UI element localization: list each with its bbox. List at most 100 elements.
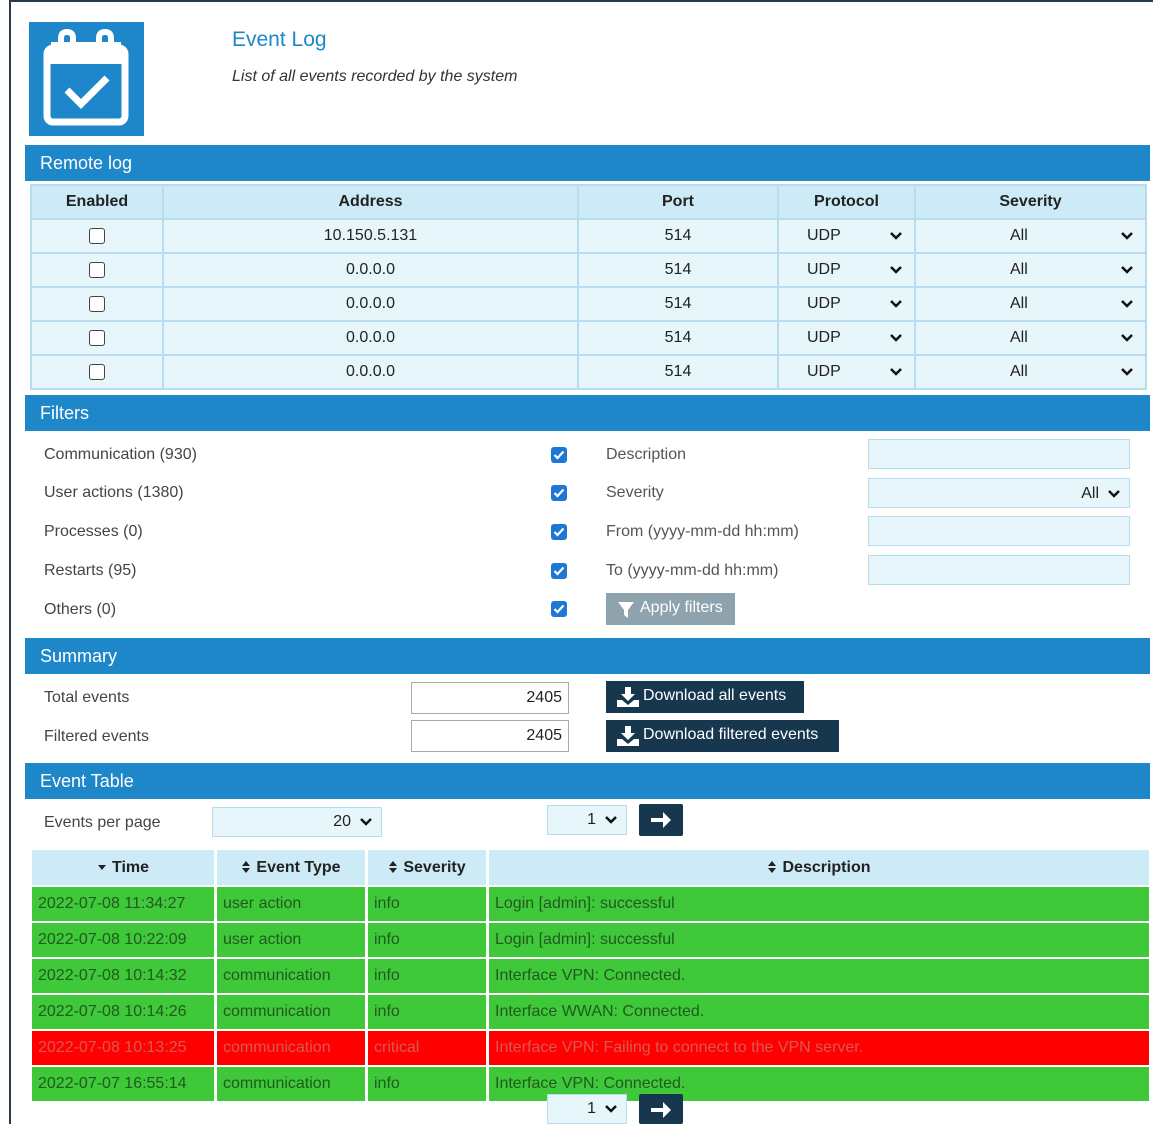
protocol-select[interactable]: UDP [780, 323, 913, 353]
address-field[interactable]: 0.0.0.0 [162, 252, 579, 288]
sort-icon [389, 861, 398, 874]
severity-select[interactable]: All [917, 221, 1144, 251]
to-date-input[interactable] [868, 555, 1130, 585]
table-row: 0.0.0.0 514 UDP All [30, 252, 1147, 288]
protocol-value: UDP [807, 295, 841, 312]
enabled-checkbox[interactable] [89, 295, 105, 312]
event-description: Login [admin]: successful [489, 921, 1149, 957]
column-header-event-type[interactable]: Event Type [217, 850, 365, 885]
chevron-down-icon [360, 818, 372, 826]
filter-label-restarts: Restarts (95) [44, 562, 137, 579]
total-events-label: Total events [44, 689, 130, 706]
description-filter-input[interactable] [868, 439, 1130, 469]
protocol-select[interactable]: UDP [780, 357, 913, 387]
page-select-bottom[interactable]: 1 [547, 1094, 627, 1124]
event-severity: info [368, 993, 486, 1029]
severity-select[interactable]: All [917, 323, 1144, 353]
protocol-value: UDP [807, 329, 841, 346]
address-field[interactable]: 0.0.0.0 [162, 286, 579, 322]
table-row: 0.0.0.0 514 UDP All [30, 320, 1147, 356]
enabled-checkbox[interactable] [89, 261, 105, 278]
filtered-events-label: Filtered events [44, 728, 149, 745]
port-field[interactable]: 514 [577, 320, 779, 356]
chevron-down-icon [890, 334, 902, 342]
page-select-top[interactable]: 1 [547, 805, 627, 835]
event-severity: info [368, 921, 486, 957]
protocol-value: UDP [807, 261, 841, 278]
chevron-down-icon [1108, 490, 1120, 498]
filter-checkbox-processes[interactable] [551, 524, 567, 540]
download-icon [617, 687, 639, 707]
address-field[interactable]: 0.0.0.0 [162, 354, 579, 390]
address-field[interactable]: 10.150.5.131 [162, 218, 579, 254]
severity-value: All [1010, 261, 1028, 278]
remote-log-section-header: Remote log [25, 145, 1150, 181]
download-filtered-events-button[interactable]: Download filtered events [606, 720, 839, 752]
column-header-protocol: Protocol [777, 184, 916, 220]
chevron-down-icon [1121, 266, 1133, 274]
severity-select[interactable]: All [917, 255, 1144, 285]
event-time: 2022-07-08 10:14:26 [32, 993, 214, 1029]
protocol-select[interactable]: UDP [780, 289, 913, 319]
apply-filters-button[interactable]: Apply filters [606, 593, 735, 625]
chevron-down-icon [890, 368, 902, 376]
download-all-events-button[interactable]: Download all events [606, 681, 804, 713]
filter-checkbox-restarts[interactable] [551, 563, 567, 579]
go-to-page-button-bottom[interactable] [639, 1094, 683, 1124]
address-field[interactable]: 0.0.0.0 [162, 320, 579, 356]
port-field[interactable]: 514 [577, 286, 779, 322]
download-icon [617, 726, 639, 746]
column-header-enabled: Enabled [30, 184, 164, 220]
filter-icon [618, 602, 634, 618]
chevron-down-icon [890, 232, 902, 240]
port-field[interactable]: 514 [577, 354, 779, 390]
enabled-checkbox[interactable] [89, 363, 105, 380]
page-left-border [9, 0, 11, 1124]
sort-icon [242, 861, 251, 874]
column-header-port: Port [577, 184, 779, 220]
column-header-severity[interactable]: Severity [368, 850, 486, 885]
event-time: 2022-07-07 16:55:14 [32, 1065, 214, 1101]
event-type: communication [217, 1065, 365, 1101]
event-severity: info [368, 885, 486, 921]
event-severity: info [368, 1065, 486, 1101]
chevron-down-icon [890, 266, 902, 274]
events-per-page-select[interactable]: 20 [212, 807, 382, 837]
event-description: Interface WWAN: Connected. [489, 993, 1149, 1029]
check-icon [553, 450, 565, 460]
from-date-input[interactable] [868, 516, 1130, 546]
chevron-down-icon [890, 300, 902, 308]
severity-value: All [1010, 329, 1028, 346]
port-field[interactable]: 514 [577, 218, 779, 254]
event-type: user action [217, 921, 365, 957]
protocol-select[interactable]: UDP [780, 221, 913, 251]
event-time: 2022-07-08 10:22:09 [32, 921, 214, 957]
enabled-checkbox[interactable] [89, 227, 105, 244]
filter-label-processes: Processes (0) [44, 523, 143, 540]
column-header-description[interactable]: Description [489, 850, 1149, 885]
column-header-time[interactable]: Time [32, 850, 214, 885]
sort-descending-icon [97, 865, 106, 871]
table-row: 2022-07-08 10:14:32 communication info I… [32, 957, 1149, 993]
calendar-check-icon [29, 22, 144, 136]
protocol-select[interactable]: UDP [780, 255, 913, 285]
filter-checkbox-user-actions[interactable] [551, 485, 567, 501]
port-field[interactable]: 514 [577, 252, 779, 288]
severity-value: All [1010, 227, 1028, 244]
total-events-value: 2405 [411, 682, 569, 714]
filter-checkbox-communication[interactable] [551, 447, 567, 463]
download-filtered-label: Download filtered events [643, 726, 819, 743]
go-to-page-button-top[interactable] [639, 804, 683, 836]
download-all-label: Download all events [643, 687, 787, 704]
column-header-severity: Severity [914, 184, 1147, 220]
severity-select[interactable]: All [917, 357, 1144, 387]
table-row: 2022-07-08 11:34:27 user action info Log… [32, 885, 1149, 921]
events-per-page-value: 20 [333, 813, 351, 830]
filter-label-communication: Communication (930) [44, 446, 197, 463]
severity-select[interactable]: All [917, 289, 1144, 319]
enabled-checkbox[interactable] [89, 329, 105, 346]
filter-checkbox-others[interactable] [551, 601, 567, 617]
severity-filter-select[interactable]: All [868, 478, 1130, 508]
page-title: Event Log [232, 28, 327, 51]
check-icon [553, 604, 565, 614]
